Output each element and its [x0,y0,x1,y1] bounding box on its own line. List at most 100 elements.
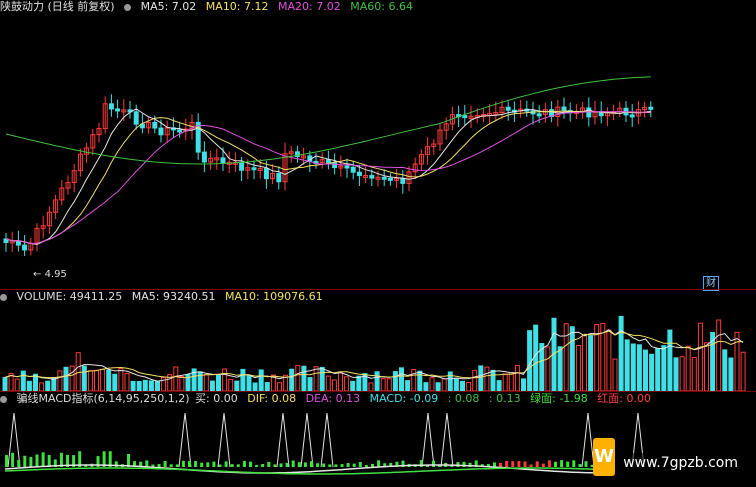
volume-bar [582,335,587,391]
volume-bar [161,376,167,391]
macd-histogram-bar [346,463,350,467]
macd-histogram-bar [566,461,570,467]
volume-bar [344,376,350,391]
macd-histogram-bar [352,463,356,467]
macd-histogram-bar [145,460,149,467]
macd-histogram-bar [175,464,179,467]
candle-body [356,171,362,177]
volume-bar [112,373,118,391]
candle-body [381,176,387,180]
volume-bar [264,381,270,391]
candle-body [177,129,183,133]
volume-bar [490,369,496,391]
volume-bar [521,378,526,391]
volume-bar [569,326,575,391]
volume-bar [643,349,648,391]
signal-spike [440,412,454,468]
macd-histogram-bar [511,461,515,467]
indicator-chart[interactable] [0,405,756,487]
site-logo-icon: W [593,438,615,476]
volume-bar [246,375,252,391]
indicator-green: 绿面: -1.98 [530,392,588,405]
macd-histogram-bar [523,461,527,467]
macd-histogram-bar [529,464,533,467]
macd-histogram-bar [340,464,344,467]
volume-bar [277,382,282,391]
indicator-name: 骗线MACD指标(6,14,95,250,1,2) [16,392,190,405]
macd-histogram-bar [157,463,161,467]
macd-histogram-bar [358,462,362,467]
volume-bar [399,367,404,391]
volume-bar [728,357,734,391]
macd-histogram-bar [230,464,234,467]
macd-histogram-bar [364,464,368,467]
price-chart[interactable] [0,14,756,289]
candle-body [251,167,257,171]
macd-histogram-bar [419,460,423,467]
macd-histogram-bar [236,464,240,467]
macd-histogram-bar [310,461,313,467]
volume-bar [557,346,563,391]
volume-chart[interactable] [0,303,756,391]
macd-histogram-bar [432,460,435,467]
macd-histogram-bar [547,460,551,467]
volume-bar [100,368,106,391]
volume-bar [368,382,374,391]
volume-bar [667,329,673,391]
macd-histogram-bar [517,461,521,467]
volume-bar [20,370,26,391]
candle-body [115,108,121,112]
volume-toggle-icon[interactable] [0,293,7,301]
indicator-toggle-icon[interactable] [124,3,132,11]
volume-bar [222,368,228,391]
volume-bar [612,358,618,391]
candle-body [152,121,158,129]
macd-histogram-bar [255,464,259,467]
volume-bar [618,315,624,391]
ma10-value: MA10: 7.12 [205,0,269,13]
volume-bar [69,365,75,391]
candle-body [263,167,269,180]
volume-bar [252,382,258,391]
macd-histogram-bar [297,462,301,467]
candle-body [400,177,406,184]
volume-bar [356,375,362,391]
volume-bar [588,335,594,391]
indicator-dea: DEA: 0.13 [305,392,361,405]
macd-histogram-bar [572,460,576,467]
candle-body [239,161,245,171]
volume-bar [563,323,569,391]
macd-histogram-bar [169,464,173,467]
macd-histogram-bar [377,460,381,467]
volume-bar [661,345,667,391]
macd-histogram-bar [242,460,246,467]
macd-histogram-bar [224,461,228,467]
volume-bar [228,378,234,391]
volume-bar [301,365,307,391]
macd-histogram-bar [279,463,283,467]
volume-bar [466,381,472,391]
volume-value: VOLUME: 49411.25 [16,290,123,303]
macd-histogram-bar [127,453,130,467]
volume-bar [606,329,612,391]
signal-spike [300,412,314,468]
volume-bar [325,375,331,391]
volume-bar [673,357,679,391]
volume-bar [386,378,392,391]
volume-bar [636,344,642,391]
macd-histogram-bar [35,454,39,467]
volume-bar [2,376,8,391]
low-price-label: ← 4.95 [33,269,67,280]
volume-bar [380,378,386,391]
volume-bar [527,330,533,391]
indicator-panel-toggle-icon[interactable] [0,395,7,403]
signal-spike [178,412,192,468]
volume-bar [45,380,51,391]
volume-bar [575,344,581,391]
volume-bar [545,346,551,391]
candle-body [344,165,350,169]
candle-body [195,121,201,153]
volume-bar [203,374,209,391]
volume-bar [533,324,539,391]
volume-bar [502,373,508,391]
